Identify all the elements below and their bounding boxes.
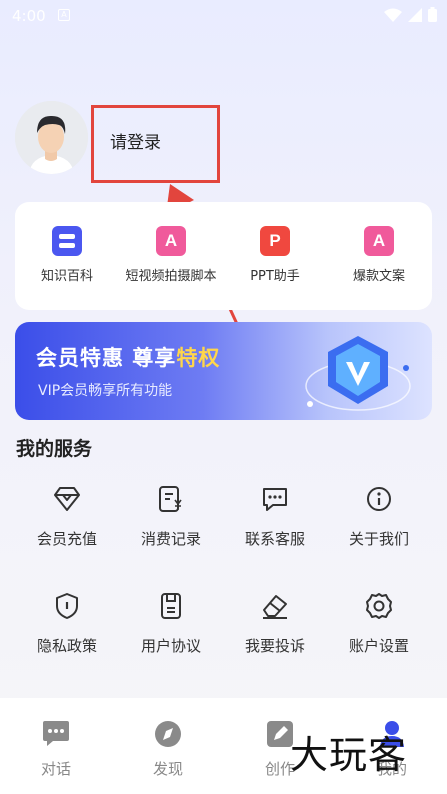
tab-discover[interactable]: 发现 [138, 720, 198, 779]
tool-ppt[interactable]: P PPT助手 [223, 226, 327, 284]
service-account-settings[interactable]: 账户设置 [327, 591, 431, 656]
service-label: 我要投诉 [244, 637, 305, 655]
tool-label: PPT助手 [250, 269, 300, 284]
service-label: 用户协议 [140, 637, 201, 655]
shield-icon [52, 591, 82, 621]
gear-icon [364, 591, 394, 621]
vip-title-highlight: 特权 [176, 346, 221, 370]
document-icon [156, 591, 186, 621]
tools-card: 知识百科 A 短视频拍摄脚本 P PPT助手 A 爆款文案 [15, 202, 432, 310]
service-consumption-record[interactable]: 消费记录 [119, 484, 223, 549]
wifi-icon [384, 8, 402, 22]
notification-icon: A [58, 9, 70, 21]
encyclopedia-icon [52, 226, 82, 256]
service-user-agreement[interactable]: 用户协议 [119, 591, 223, 656]
service-about-us[interactable]: 关于我们 [327, 484, 431, 549]
service-label: 关于我们 [348, 530, 409, 548]
service-label: 账户设置 [348, 637, 409, 655]
tool-encyclopedia[interactable]: 知识百科 [15, 226, 119, 284]
avatar-illustration [15, 101, 88, 174]
services-title: 我的服务 [16, 438, 93, 460]
receipt-icon [156, 484, 186, 514]
service-label: 隐私政策 [36, 637, 97, 655]
signal-icon [408, 7, 422, 22]
vip-subtitle: VIP会员畅享所有功能 [38, 383, 173, 399]
ppt-icon: P [260, 226, 290, 256]
login-prompt[interactable]: 请登录 [110, 128, 161, 153]
service-membership-recharge[interactable]: 会员充值 [15, 484, 119, 549]
tab-chat[interactable]: 对话 [26, 720, 86, 779]
vip-title: 会员特惠 尊享特权 [36, 342, 220, 372]
avatar[interactable] [15, 101, 88, 174]
vip-banner[interactable]: 会员特惠 尊享特权 VIP会员畅享所有功能 [15, 322, 432, 420]
service-label: 会员充值 [36, 530, 97, 548]
copywriting-icon: A [364, 226, 394, 256]
service-label: 消费记录 [140, 530, 201, 548]
battery-icon [428, 7, 437, 22]
tool-label: 知识百科 [40, 269, 93, 284]
chat-icon [260, 484, 290, 514]
watermark: 大玩客 [290, 733, 408, 777]
compass-icon [155, 721, 181, 747]
vip-title-main: 会员特惠 尊享 [36, 346, 177, 370]
service-label: 联系客服 [244, 530, 305, 548]
tool-label: 爆款文案 [352, 269, 405, 284]
eraser-icon [260, 591, 290, 621]
diamond-icon [52, 484, 82, 514]
chat-bubble-icon [43, 721, 69, 746]
status-time: 4:00 [12, 7, 46, 25]
script-icon: A [156, 226, 186, 256]
service-complaint[interactable]: 我要投诉 [223, 591, 327, 656]
tool-video-script[interactable]: A 短视频拍摄脚本 [119, 226, 223, 284]
tab-label: 发现 [152, 760, 183, 778]
tool-label: 短视频拍摄脚本 [125, 269, 217, 284]
vip-badge-icon [305, 336, 411, 411]
service-customer-support[interactable]: 联系客服 [223, 484, 327, 549]
tab-label: 对话 [40, 760, 71, 778]
status-bar: 4:00 A [0, 0, 447, 32]
service-privacy-policy[interactable]: 隐私政策 [15, 591, 119, 656]
tool-copywriting[interactable]: A 爆款文案 [327, 226, 431, 284]
info-icon [364, 484, 394, 514]
